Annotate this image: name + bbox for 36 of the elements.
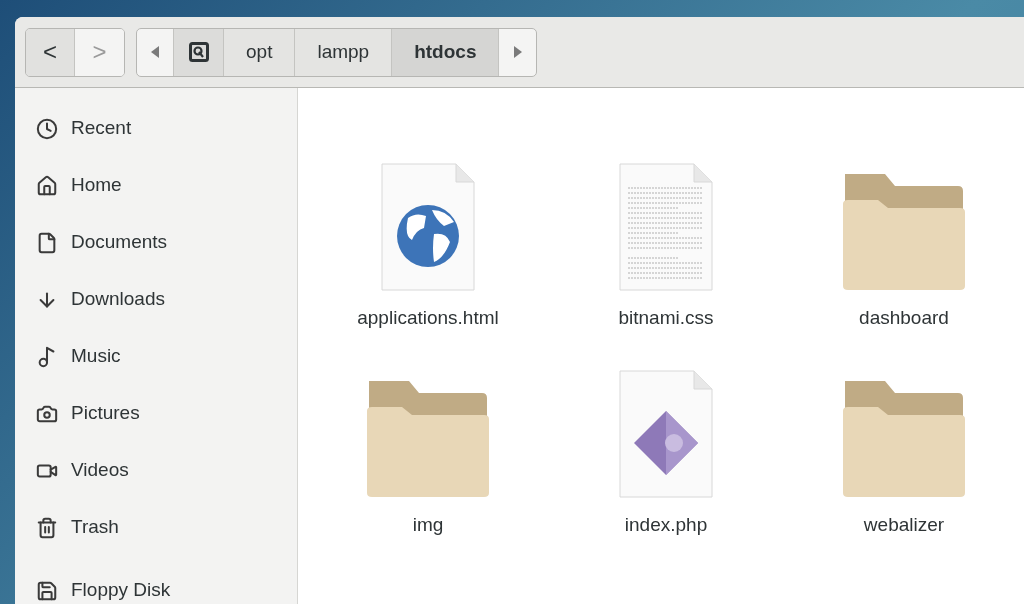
back-button[interactable]: < <box>26 28 75 76</box>
script-file-icon <box>618 368 714 499</box>
sidebar-item[interactable]: Trash <box>15 499 297 556</box>
triangle-left-icon <box>151 46 159 58</box>
sidebar-item[interactable]: Recent <box>15 100 297 157</box>
file-name: index.php <box>624 512 708 537</box>
file-name: applications.html <box>357 306 499 330</box>
path-crumb[interactable]: lampp <box>295 28 393 76</box>
file-item[interactable]: applications.html <box>309 160 547 333</box>
file-item[interactable]: dashboard <box>785 160 1023 333</box>
sidebar-item[interactable]: Videos <box>15 442 297 499</box>
path-crumb[interactable]: opt <box>224 28 296 76</box>
file-name: dashboard <box>859 306 949 330</box>
file-item[interactable]: img <box>309 366 547 539</box>
file-item[interactable]: webalizer <box>785 366 1023 539</box>
clock-icon <box>36 117 58 140</box>
file-item[interactable]: bitnami.css <box>547 160 785 333</box>
home-icon <box>36 174 58 197</box>
sidebar-item[interactable]: Pictures <box>15 385 297 442</box>
document-icon <box>36 231 58 254</box>
trash-icon <box>36 516 58 539</box>
sidebar-item[interactable]: Documents <box>15 214 297 271</box>
web-page-file-icon <box>380 162 476 292</box>
file-item[interactable]: index.php <box>547 366 785 539</box>
text-file-icon <box>618 162 714 292</box>
sidebar-item[interactable]: Home <box>15 157 297 214</box>
hard-drive-icon <box>188 42 209 62</box>
drive-crumb[interactable] <box>174 28 224 76</box>
sidebar-item[interactable]: Music <box>15 328 297 385</box>
file-name: webalizer <box>863 512 945 537</box>
file-name: img <box>412 512 444 537</box>
triangle-right-icon <box>513 46 522 58</box>
file-name: bitnami.css <box>618 306 714 330</box>
sidebar-item[interactable]: Floppy Disk <box>15 562 297 604</box>
path-crumb[interactable]: htdocs <box>392 28 500 76</box>
sidebar-item[interactable]: Downloads <box>15 271 297 328</box>
